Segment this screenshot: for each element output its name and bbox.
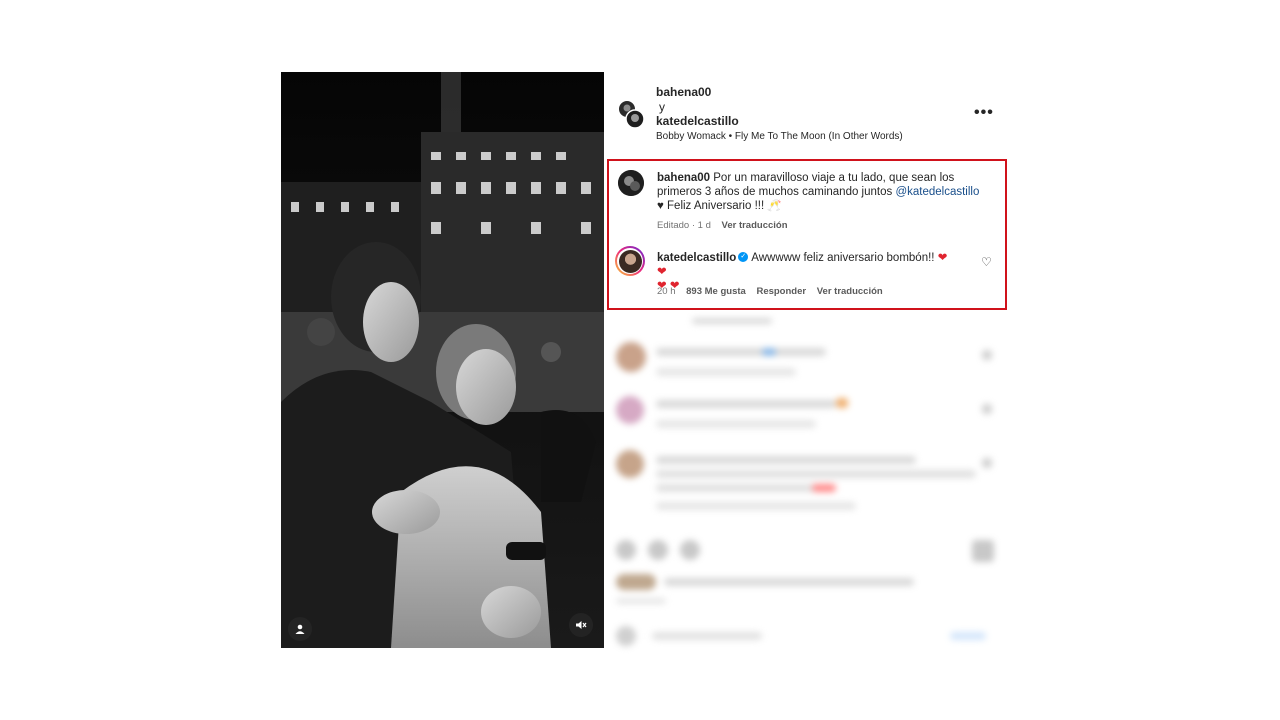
reply-text: Awwwww feliz aniversario bombón!! (751, 252, 935, 264)
more-horizontal-icon[interactable]: ••• (974, 105, 994, 121)
post-media[interactable] (281, 72, 604, 648)
caption-line3: ♥ Feliz Aniversario !!! 🥂 (657, 200, 782, 212)
reply-meta: 20 h 893 Me gusta Responder Ver traducci… (657, 286, 891, 297)
blurred-comments (604, 310, 1004, 650)
caption-comment: bahena00 Por un maravilloso viaje a tu l… (657, 171, 987, 213)
post-photo (281, 72, 604, 648)
reply-translate-link[interactable]: Ver traducción (817, 286, 883, 297)
audio-track[interactable]: Bobby Womack • Fly Me To The Moon (In Ot… (656, 131, 903, 142)
reply-username[interactable]: katedelcastillo (657, 252, 736, 264)
collab-avatars[interactable] (618, 100, 646, 130)
caption-edited: Editado · 1 d (657, 220, 711, 231)
collab-username[interactable]: katedelcastillo (656, 114, 739, 128)
verified-badge-icon: ✓ (738, 252, 749, 263)
caption-avatar[interactable] (618, 170, 644, 196)
caption-translate-link[interactable]: Ver traducción (722, 220, 788, 231)
author-username[interactable]: bahena00 (656, 85, 711, 99)
reply-avatar[interactable] (615, 246, 645, 276)
like-comment-heart-icon[interactable]: ♡ (981, 255, 992, 269)
caption-username[interactable]: bahena00 (657, 172, 710, 184)
caption-meta: Editado · 1 d Ver traducción (657, 220, 796, 231)
reply-button[interactable]: Responder (756, 286, 806, 297)
caption-mention[interactable]: @katedelcastillo (895, 186, 979, 198)
reply-time: 20 h (657, 286, 676, 297)
mute-icon[interactable] (569, 613, 593, 637)
user-tag-icon[interactable] (288, 617, 312, 641)
reply-likes-count[interactable]: 893 Me gusta (686, 286, 746, 297)
collab-joiner: y (659, 100, 665, 114)
